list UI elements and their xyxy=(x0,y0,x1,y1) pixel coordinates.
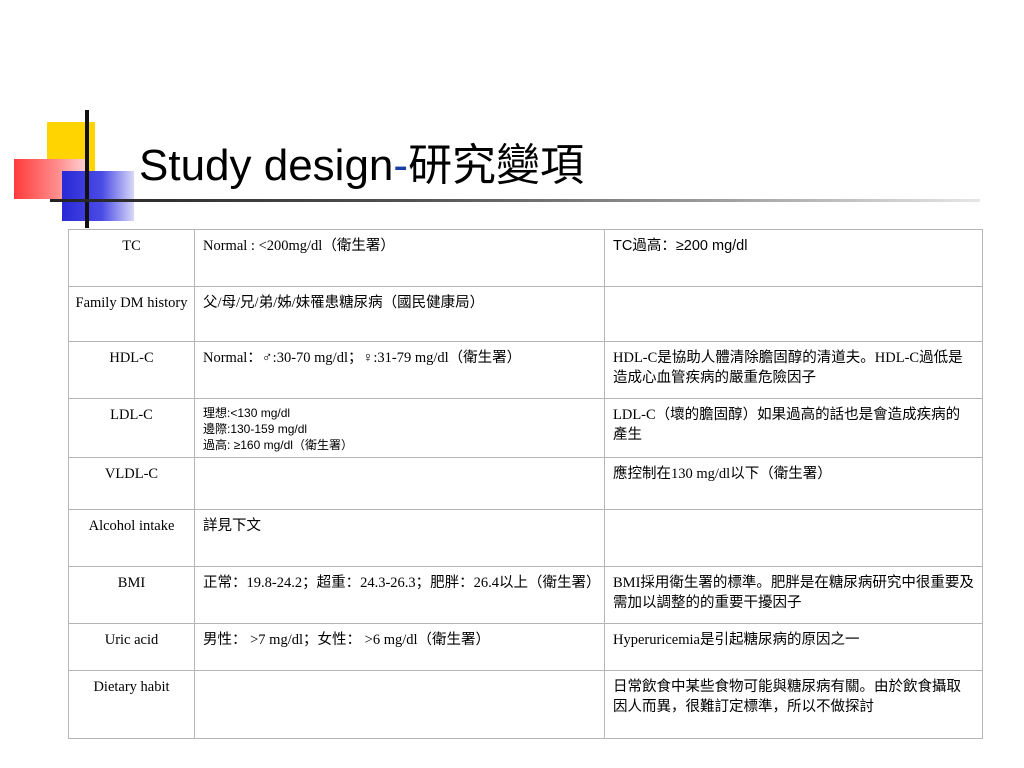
note-cell: 應控制在130 mg/dl以下（衛生署） xyxy=(604,457,983,510)
variable-cell: Family DM history xyxy=(68,286,195,342)
variable-cell: TC xyxy=(68,229,195,287)
note-cell: Hyperuricemia是引起糖尿病的原因之一 xyxy=(604,623,983,671)
note-cell: TC過高：≥200 mg/dl xyxy=(604,229,983,287)
note-cell xyxy=(604,286,983,342)
definition-line: 過高: ≥160 mg/dl（衛生署） xyxy=(203,438,353,452)
variable-cell: Uric acid xyxy=(68,623,195,671)
table-row: LDL-C 理想:<130 mg/dl 邊際:130-159 mg/dl 過高:… xyxy=(68,398,983,458)
definition-cell: 正常：19.8-24.2；超重：24.3-26.3；肥胖：26.4以上（衛生署） xyxy=(194,566,605,624)
decor-vertical-line xyxy=(85,110,89,228)
slide-title-cjk: 研究變項 xyxy=(408,140,585,191)
table-row: Alcohol intake 詳見下文 xyxy=(68,509,983,567)
table-row: Dietary habit 日常飲食中某些食物可能與糖尿病有關。由於飲食攝取因人… xyxy=(68,670,983,739)
variable-cell: HDL-C xyxy=(68,341,195,399)
table-row: VLDL-C 應控制在130 mg/dl以下（衛生署） xyxy=(68,457,983,510)
note-cell: BMI採用衛生署的標準。肥胖是在糖尿病研究中很重要及需加以調整的的重要干擾因子 xyxy=(604,566,983,624)
note-cell: 日常飲食中某些食物可能與糖尿病有關。由於飲食攝取因人而異，很難訂定標準，所以不做… xyxy=(604,670,983,739)
note-cell: HDL-C是協助人體清除膽固醇的清道夫。HDL-C過低是造成心血管疾病的嚴重危險… xyxy=(604,341,983,399)
slide-title-main: Study design xyxy=(139,141,394,190)
table-row: Family DM history 父/母/兄/弟/姊/妹罹患糖尿病（國民健康局… xyxy=(68,286,983,342)
variable-cell: Dietary habit xyxy=(68,670,195,739)
definition-line: 邊際:130-159 mg/dl xyxy=(203,422,308,436)
definition-cell xyxy=(194,457,605,510)
table-row: Uric acid 男性： >7 mg/dl；女性： >6 mg/dl（衛生署）… xyxy=(68,623,983,671)
definition-cell: 男性： >7 mg/dl；女性： >6 mg/dl（衛生署） xyxy=(194,623,605,671)
note-cell: LDL-C（壞的膽固醇）如果過高的話也是會造成疾病的產生 xyxy=(604,398,983,458)
note-cell xyxy=(604,509,983,567)
decor-blue-square xyxy=(62,171,134,221)
definition-cell: 詳見下文 xyxy=(194,509,605,567)
table-row: HDL-C Normal：♂:30-70 mg/dl；♀:31-79 mg/dl… xyxy=(68,341,983,399)
definition-cell xyxy=(194,670,605,739)
variable-cell: BMI xyxy=(68,566,195,624)
table-row: TC Normal : <200mg/dl（衛生署） TC過高：≥200 mg/… xyxy=(68,229,983,287)
title-underline xyxy=(50,199,980,202)
slide-title-separator: - xyxy=(393,141,409,190)
study-variables-table: TC Normal : <200mg/dl（衛生署） TC過高：≥200 mg/… xyxy=(68,229,983,739)
slide-title: Study design-研究變項 xyxy=(139,136,584,196)
definition-cell: Normal：♂:30-70 mg/dl；♀:31-79 mg/dl（衛生署） xyxy=(194,341,605,399)
definition-cell: Normal : <200mg/dl（衛生署） xyxy=(194,229,605,287)
definition-line: 理想:<130 mg/dl xyxy=(203,406,291,420)
variable-cell: Alcohol intake xyxy=(68,509,195,567)
table-row: BMI 正常：19.8-24.2；超重：24.3-26.3；肥胖：26.4以上（… xyxy=(68,566,983,624)
variable-cell: LDL-C xyxy=(68,398,195,458)
definition-cell: 父/母/兄/弟/姊/妹罹患糖尿病（國民健康局） xyxy=(194,286,605,342)
variable-cell: VLDL-C xyxy=(68,457,195,510)
definition-cell: 理想:<130 mg/dl 邊際:130-159 mg/dl 過高: ≥160 … xyxy=(194,398,605,458)
